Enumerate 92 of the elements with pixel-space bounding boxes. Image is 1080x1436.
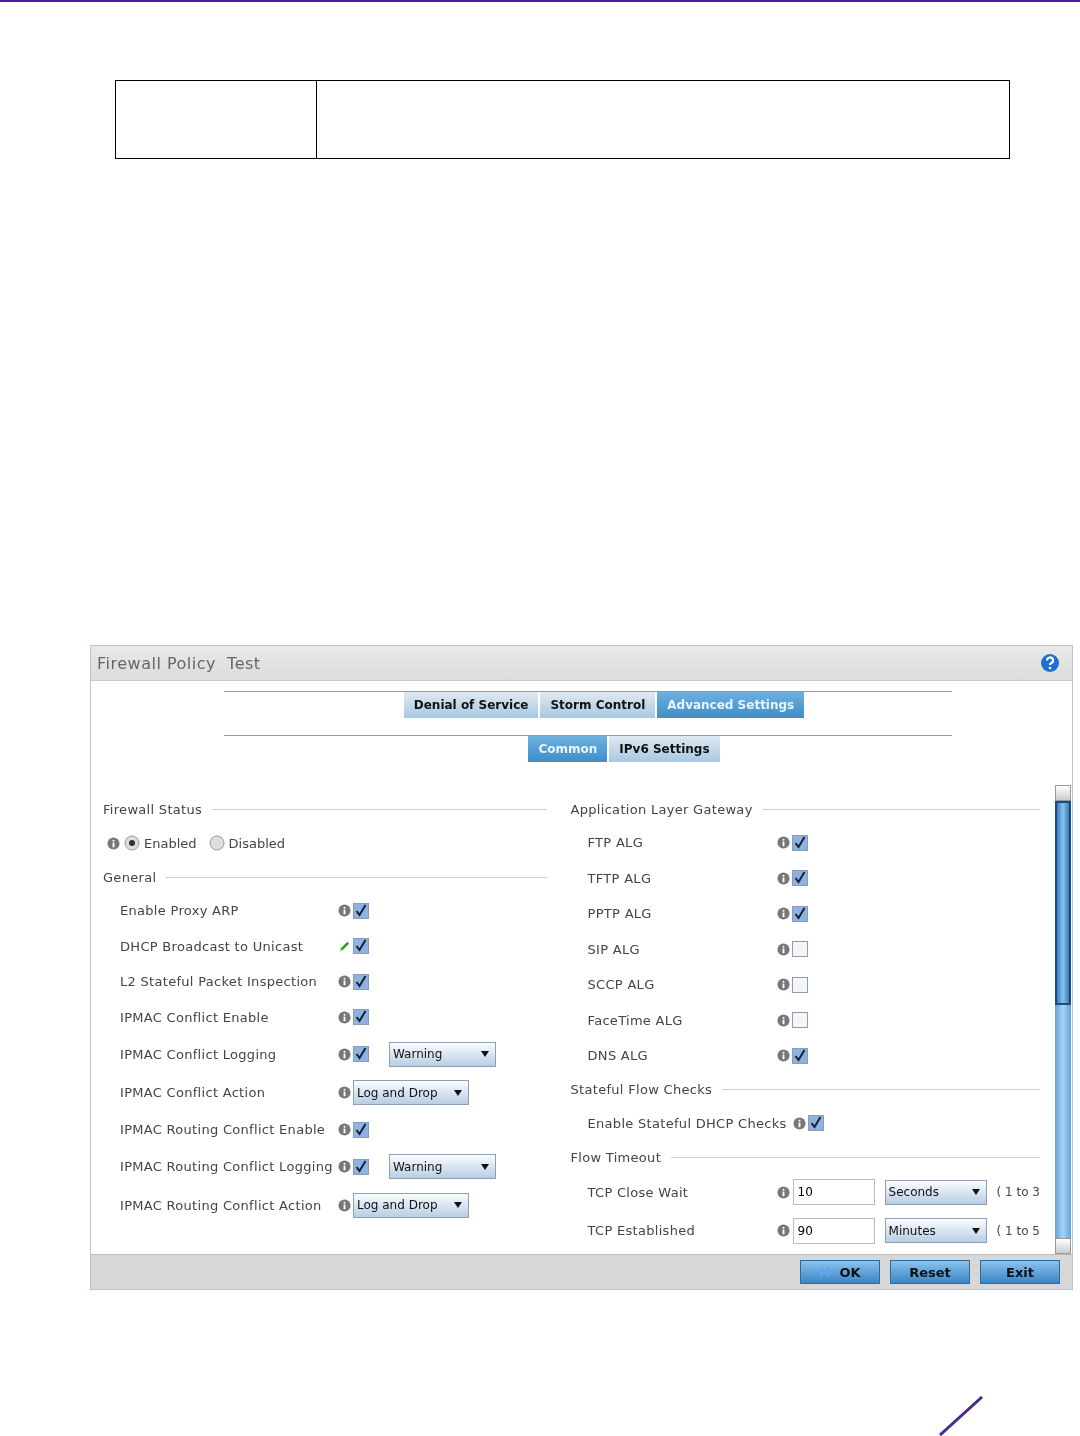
caret-icon <box>481 1051 489 1058</box>
info-icon[interactable] <box>338 1198 351 1212</box>
caret-icon <box>971 1189 980 1196</box>
info-icon[interactable] <box>338 975 351 989</box>
info-icon[interactable] <box>338 1010 351 1024</box>
dropdown[interactable]: Minutes <box>884 1218 987 1244</box>
dialog-button[interactable]: Exit <box>980 1260 1060 1284</box>
setting-label: IPMAC Conflict Logging <box>119 1046 278 1062</box>
checkbox[interactable] <box>791 976 808 993</box>
number-field[interactable]: 10 <box>792 1179 875 1206</box>
caret-icon <box>971 1227 980 1234</box>
setting-label: IPMAC Routing Conflict Enable <box>119 1122 327 1138</box>
checkbox[interactable] <box>791 1012 808 1029</box>
radio-button[interactable] <box>208 835 225 851</box>
window-title: Firewall Policy Test <box>97 653 261 673</box>
setting-label: Enable Stateful DHCP Checks <box>586 1115 788 1131</box>
info-icon[interactable] <box>776 836 790 850</box>
info-icon[interactable] <box>338 904 351 918</box>
info-icon[interactable] <box>776 1224 790 1238</box>
info-icon[interactable] <box>107 836 120 850</box>
setting-label: IPMAC Routing Conflict Logging <box>119 1159 334 1175</box>
scroll-down-icon[interactable] <box>1055 1238 1071 1254</box>
help-icon[interactable] <box>1040 653 1060 673</box>
setting-label: DHCP Broadcast to Unicast <box>119 938 305 954</box>
setting-label: L2 Stateful Packet Inspection <box>119 974 319 990</box>
range-hint: ( 1 to 5 <box>996 1223 1040 1238</box>
checkbox[interactable] <box>353 938 369 955</box>
checkbox[interactable] <box>791 941 808 958</box>
section-title: Application Layer Gateway <box>570 801 753 817</box>
scroll-thumb[interactable] <box>1055 801 1071 1005</box>
setting-label: TFTP ALG <box>586 870 653 886</box>
checkbox[interactable] <box>791 905 808 922</box>
checkbox[interactable] <box>353 973 369 990</box>
dropdown[interactable]: Log and Drop <box>353 1192 469 1218</box>
scrollbar[interactable] <box>1055 785 1071 1254</box>
info-icon[interactable] <box>338 1123 351 1137</box>
info-icon[interactable] <box>776 907 790 921</box>
info-icon[interactable] <box>776 1049 790 1063</box>
setting-label: TCP Close Wait <box>586 1184 690 1200</box>
radio-label: Enabled <box>144 835 197 851</box>
checkbox[interactable] <box>353 1158 369 1175</box>
setting-label: PPTP ALG <box>586 906 653 922</box>
dialog-button[interactable]: OK <box>800 1260 880 1284</box>
section-title: Stateful Flow Checks <box>570 1082 713 1097</box>
radio-label: Disabled <box>228 835 286 851</box>
checkbox[interactable] <box>353 1009 369 1026</box>
tab[interactable]: Denial of Service <box>403 692 539 718</box>
number-field[interactable]: 90 <box>792 1217 875 1244</box>
info-icon[interactable] <box>776 871 790 885</box>
setting-label: IPMAC Conflict Enable <box>119 1009 270 1025</box>
tab[interactable]: IPv6 Settings <box>609 736 720 762</box>
checkbox[interactable] <box>791 834 808 851</box>
info-icon[interactable] <box>338 1160 351 1174</box>
info-icon[interactable] <box>776 1013 790 1027</box>
info-icon[interactable] <box>776 978 790 992</box>
checkbox[interactable] <box>807 1115 824 1132</box>
dropdown[interactable]: Log and Drop <box>353 1080 469 1106</box>
section-title: General <box>103 869 157 885</box>
section-title: Flow Timeout <box>570 1149 662 1165</box>
info-icon[interactable] <box>776 1185 790 1199</box>
double-arrow-icon <box>819 1265 836 1279</box>
checkbox[interactable] <box>791 870 808 887</box>
setting-label: FaceTime ALG <box>586 1012 684 1028</box>
info-icon[interactable] <box>338 1086 351 1100</box>
dropdown[interactable]: Warning <box>389 1154 496 1180</box>
section-title: Firewall Status <box>103 801 203 817</box>
setting-label: SIP ALG <box>586 941 641 957</box>
radio-button[interactable] <box>124 835 140 851</box>
dropdown[interactable]: Warning <box>389 1041 496 1067</box>
checkbox[interactable] <box>353 902 369 919</box>
checkbox[interactable] <box>353 1046 369 1063</box>
checkbox[interactable] <box>353 1121 369 1138</box>
range-hint: ( 1 to 3 <box>996 1185 1040 1200</box>
tab[interactable]: Storm Control <box>540 692 656 718</box>
setting-label: Enable Proxy ARP <box>119 903 240 919</box>
caret-icon <box>454 1202 462 1209</box>
dropdown[interactable]: Seconds <box>884 1179 987 1205</box>
slash-mark <box>938 1396 984 1436</box>
info-icon[interactable] <box>338 1047 351 1061</box>
dialog-button[interactable]: Reset <box>890 1260 970 1284</box>
setting-label: FTP ALG <box>586 835 645 851</box>
info-icon[interactable] <box>776 942 790 956</box>
setting-label: IPMAC Conflict Action <box>119 1085 267 1101</box>
caret-icon <box>454 1089 462 1096</box>
info-icon[interactable] <box>792 1116 806 1130</box>
scroll-up-icon[interactable] <box>1055 785 1071 801</box>
checkbox[interactable] <box>791 1047 808 1064</box>
setting-label: IPMAC Routing Conflict Action <box>119 1197 323 1213</box>
setting-label: TCP Established <box>586 1223 697 1239</box>
setting-label: SCCP ALG <box>586 977 656 993</box>
setting-label: DNS ALG <box>586 1048 649 1064</box>
caret-icon <box>481 1163 489 1170</box>
